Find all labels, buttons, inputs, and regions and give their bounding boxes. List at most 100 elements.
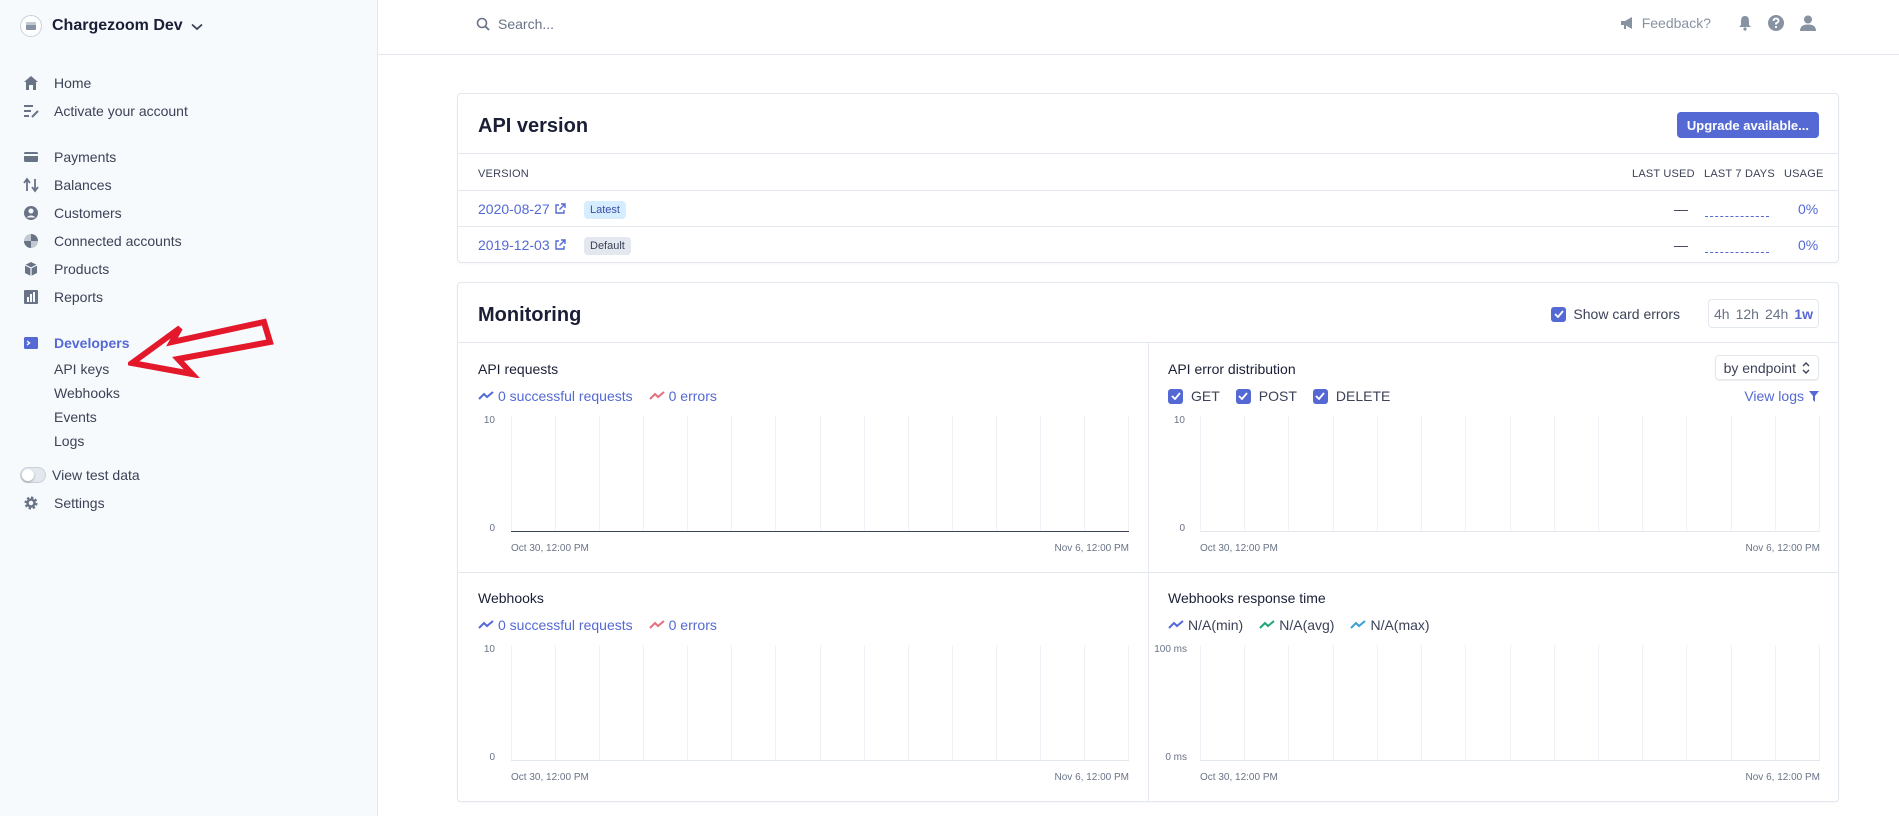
- method-filters: GET POST DELETE: [1168, 388, 1390, 404]
- y-tick-bottom: 0: [489, 752, 495, 763]
- sidebar-item-settings[interactable]: Settings: [22, 492, 105, 514]
- feedback-label: Feedback?: [1641, 15, 1711, 31]
- col-version: VERSION: [478, 168, 529, 180]
- range-4h[interactable]: 4h: [1714, 306, 1730, 322]
- col-last-used: LAST USED: [1632, 168, 1695, 180]
- legend-label: N/A(max): [1370, 617, 1430, 633]
- webhooks-response-time-chart: [1200, 645, 1820, 761]
- api-error-distribution-title: API error distribution: [1168, 361, 1296, 377]
- view-logs-link[interactable]: View logs: [1744, 388, 1819, 404]
- y-tick-top: 100 ms: [1154, 644, 1187, 655]
- api-error-distribution-chart: [1200, 416, 1820, 532]
- method-post-checkbox[interactable]: POST: [1235, 388, 1297, 404]
- sidebar-item-label: Connected accounts: [54, 233, 182, 249]
- y-tick-bottom: 0 ms: [1165, 752, 1187, 763]
- endpoint-select[interactable]: by endpoint: [1714, 355, 1819, 380]
- account-switcher[interactable]: Chargezoom Dev: [20, 14, 203, 38]
- sidebar-item-balances[interactable]: Balances: [22, 174, 112, 196]
- api-version-title: API version: [478, 115, 589, 137]
- legend-label: 0 successful requests: [498, 388, 633, 404]
- sidebar-item-activate[interactable]: Activate your account: [22, 100, 188, 122]
- sidebar-subitem-webhooks[interactable]: Webhooks: [54, 383, 120, 403]
- api-requests-legend: 0 successful requests 0 errors: [478, 388, 717, 404]
- legend-successful: 0 successful requests: [478, 388, 633, 404]
- connected-accounts-icon: [22, 232, 40, 250]
- legend-label: 0 errors: [668, 617, 717, 633]
- gear-icon: [22, 494, 40, 512]
- trend-line-icon: [648, 391, 665, 400]
- sidebar-item-label: Reports: [54, 289, 104, 305]
- sidebar-item-label: Customers: [54, 205, 122, 221]
- chevron-updown-icon: [1802, 361, 1810, 374]
- sidebar-subitem-api-keys[interactable]: API keys: [54, 359, 109, 379]
- customers-icon: [22, 204, 40, 222]
- balances-icon: [22, 176, 40, 194]
- sidebar-item-connected-accounts[interactable]: Connected accounts: [22, 230, 182, 252]
- sidebar-item-products[interactable]: Products: [22, 258, 109, 280]
- upgrade-button[interactable]: Upgrade available...: [1676, 112, 1819, 138]
- sidebar-item-label: Products: [54, 261, 110, 277]
- col-last-7-days: LAST 7 DAYS: [1704, 168, 1775, 180]
- view-logs-label: View logs: [1744, 388, 1804, 404]
- range-12h[interactable]: 12h: [1736, 306, 1759, 322]
- search-box[interactable]: Search...: [476, 16, 554, 32]
- sidebar-item-developers[interactable]: Developers: [22, 332, 129, 354]
- show-card-errors-checkbox[interactable]: Show card errors: [1551, 306, 1680, 322]
- range-1w[interactable]: 1w: [1794, 306, 1813, 322]
- sidebar-item-payments[interactable]: Payments: [22, 146, 116, 168]
- range-24h[interactable]: 24h: [1765, 306, 1788, 322]
- legend-avg: N/A(avg): [1259, 617, 1334, 633]
- usage-value: 0%: [1798, 237, 1819, 253]
- webhooks-title: Webhooks: [478, 590, 544, 606]
- response-time-legend: N/A(min) N/A(avg) N/A(max): [1168, 617, 1430, 633]
- bell-icon[interactable]: [1737, 15, 1753, 31]
- method-label: DELETE: [1335, 388, 1391, 404]
- version-link[interactable]: 2020-08-27: [478, 201, 566, 217]
- y-tick-top: 10: [1173, 415, 1185, 426]
- sidebar-item-reports[interactable]: Reports: [22, 286, 103, 308]
- divider: [458, 153, 1838, 154]
- legend-label: N/A(min): [1188, 617, 1244, 633]
- home-icon: [22, 74, 40, 92]
- view-test-data-toggle-row[interactable]: View test data: [20, 464, 140, 486]
- version-link[interactable]: 2019-12-03: [478, 237, 566, 253]
- x-tick-start: Oct 30, 12:00 PM: [511, 543, 589, 554]
- usage-sparkline: [1705, 216, 1769, 217]
- api-requests-title: API requests: [478, 361, 559, 377]
- method-delete-checkbox[interactable]: DELETE: [1312, 388, 1391, 404]
- x-tick-end: Nov 6, 12:00 PM: [1054, 543, 1129, 554]
- y-tick-top: 10: [483, 415, 495, 426]
- last-used-value: —: [1674, 237, 1688, 253]
- x-tick-start: Oct 30, 12:00 PM: [1200, 772, 1278, 783]
- monitoring-title: Monitoring: [478, 304, 582, 326]
- help-icon[interactable]: [1767, 14, 1785, 32]
- trend-line-icon: [478, 391, 494, 400]
- filter-icon: [1809, 390, 1819, 402]
- legend-successful: 0 successful requests: [478, 617, 633, 633]
- trend-line-icon: [1168, 620, 1184, 629]
- search-input[interactable]: Search...: [498, 16, 554, 32]
- divider: [1148, 342, 1149, 801]
- sidebar-item-customers[interactable]: Customers: [22, 202, 122, 224]
- sidebar: Chargezoom Dev Home Activate your accoun…: [0, 0, 378, 816]
- sidebar-item-label: Settings: [54, 495, 105, 511]
- method-label: GET: [1191, 388, 1220, 404]
- top-right-actions: Feedback?: [1620, 14, 1817, 32]
- external-link-icon: [554, 203, 566, 214]
- user-icon[interactable]: [1799, 14, 1817, 32]
- test-data-toggle[interactable]: [20, 467, 46, 483]
- feedback-button[interactable]: Feedback?: [1620, 15, 1711, 31]
- view-test-data-label: View test data: [52, 467, 140, 483]
- webhooks-chart: [511, 645, 1129, 761]
- search-icon: [476, 17, 490, 31]
- checklist-icon: [22, 102, 40, 120]
- sidebar-subitem-events[interactable]: Events: [54, 407, 97, 427]
- method-get-checkbox[interactable]: GET: [1168, 388, 1220, 404]
- sidebar-subitem-logs[interactable]: Logs: [54, 431, 84, 451]
- y-tick-bottom: 0: [1179, 523, 1185, 534]
- external-link-icon: [554, 239, 566, 250]
- sidebar-item-home[interactable]: Home: [22, 72, 91, 94]
- webhooks-response-time-title: Webhooks response time: [1168, 590, 1326, 606]
- annotation-arrow-icon: [128, 318, 274, 378]
- x-tick-end: Nov 6, 12:00 PM: [1745, 543, 1820, 554]
